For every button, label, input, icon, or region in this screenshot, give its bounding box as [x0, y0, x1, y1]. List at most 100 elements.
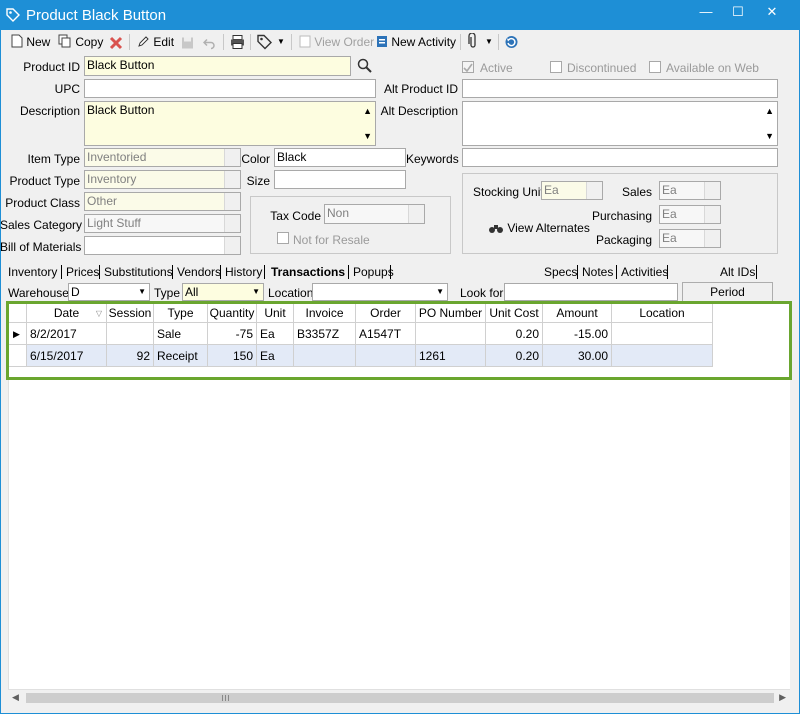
view-alternates-link[interactable]: View Alternates: [488, 221, 590, 235]
color-field[interactable]: Black: [274, 148, 406, 167]
tab-prices[interactable]: Prices: [66, 265, 99, 279]
undo-icon[interactable]: [203, 35, 216, 51]
product-class-select[interactable]: Other: [84, 192, 241, 211]
product-type-select[interactable]: Inventory: [84, 170, 241, 189]
purchasing-unit-select[interactable]: Ea: [659, 205, 721, 224]
tab-activities[interactable]: Activities: [621, 265, 668, 279]
dropdown-button[interactable]: [704, 182, 720, 199]
paperclip-icon[interactable]: [468, 33, 478, 49]
tab-inventory[interactable]: Inventory: [8, 265, 57, 279]
activity-icon: [377, 36, 387, 47]
tab-popups[interactable]: Popups: [353, 265, 394, 279]
copy-button[interactable]: Copy: [58, 34, 103, 50]
tab-separator: [172, 265, 173, 279]
scroll-up-icon[interactable]: ▲: [363, 103, 372, 119]
dropdown-button[interactable]: [704, 206, 720, 223]
tab-specs[interactable]: Specs: [544, 265, 577, 279]
discontinued-checkbox[interactable]: [550, 61, 562, 73]
print-icon[interactable]: [230, 34, 245, 50]
scroll-left-icon[interactable]: ◀: [12, 692, 19, 703]
scroll-down-icon[interactable]: ▼: [765, 128, 774, 144]
save-icon[interactable]: [181, 35, 194, 51]
bill-of-materials-select[interactable]: [84, 236, 241, 255]
dropdown-button[interactable]: [224, 215, 240, 232]
dropdown-button[interactable]: [408, 205, 424, 223]
tab-separator: [756, 265, 757, 279]
new-button-label: New: [26, 35, 51, 49]
alt-description-field[interactable]: ▲ ▼: [462, 101, 778, 146]
not-for-resale-checkbox[interactable]: [277, 232, 289, 244]
view-order-button[interactable]: View Order: [299, 34, 374, 50]
tab-vendors[interactable]: Vendors: [177, 265, 221, 279]
packaging-unit-label: Packaging: [595, 233, 652, 247]
tab-transactions[interactable]: Transactions: [271, 265, 345, 279]
type-select[interactable]: All ▼: [182, 283, 264, 301]
sales-unit-select[interactable]: Ea: [659, 181, 721, 200]
tax-code-select[interactable]: Non: [324, 204, 425, 224]
pencil-icon: [138, 36, 149, 47]
scrollbar-thumb[interactable]: [26, 693, 774, 703]
sales-unit-label: Sales: [621, 185, 652, 199]
new-activity-button[interactable]: New Activity: [376, 34, 456, 50]
available-on-web-checkbox[interactable]: [649, 61, 661, 73]
dropdown-button[interactable]: [704, 230, 720, 247]
tab-separator: [348, 265, 349, 279]
item-type-select[interactable]: Inventoried: [84, 148, 241, 167]
scroll-right-icon[interactable]: ▶: [779, 692, 786, 703]
tab-notes[interactable]: Notes: [582, 265, 613, 279]
tag-dropdown-arrow-icon[interactable]: ▼: [277, 34, 285, 50]
active-checkbox[interactable]: [462, 61, 474, 73]
dropdown-button[interactable]: [224, 237, 240, 254]
active-label: Active: [480, 61, 513, 75]
keywords-field[interactable]: [462, 148, 778, 167]
toolbar-separator: [498, 34, 499, 50]
new-activity-label: New Activity: [391, 35, 457, 49]
chevron-down-icon[interactable]: ▼: [138, 284, 146, 300]
toolbar: New Copy Edit ▼ View Order New Activity …: [1, 30, 799, 54]
toolbar-separator: [460, 34, 461, 50]
tab-substitutions[interactable]: Substitutions: [104, 265, 173, 279]
dropdown-button[interactable]: [224, 193, 240, 210]
label-tag-icon[interactable]: [257, 34, 272, 50]
grid-empty-area: [8, 380, 790, 689]
refresh-icon[interactable]: [504, 34, 519, 50]
sales-category-label: Sales Category: [0, 218, 83, 232]
discontinued-label: Discontinued: [567, 61, 637, 75]
scroll-down-icon[interactable]: ▼: [363, 128, 372, 144]
color-label: Color: [241, 152, 270, 166]
alt-product-id-field[interactable]: [462, 79, 778, 98]
bill-of-materials-label: Bill of Materials: [0, 240, 82, 254]
period-summary-button[interactable]: Period Summary: [682, 282, 773, 317]
description-field[interactable]: Black Button ▲ ▼: [84, 101, 376, 146]
description-text: Black Button: [87, 103, 155, 117]
dropdown-button[interactable]: [224, 171, 240, 188]
close-button[interactable]: ✕: [756, 0, 788, 24]
upc-field[interactable]: [84, 79, 376, 98]
packaging-unit-select[interactable]: Ea: [659, 229, 721, 248]
tab-separator: [61, 265, 62, 279]
search-icon[interactable]: [357, 58, 373, 74]
copy-button-label: Copy: [75, 35, 104, 49]
chevron-down-icon[interactable]: ▼: [252, 284, 260, 300]
minimize-button[interactable]: —: [690, 0, 722, 24]
product-class-value: Other: [87, 194, 118, 208]
sales-category-select[interactable]: Light Stuff: [84, 214, 241, 233]
horizontal-scrollbar[interactable]: ◀ ▶: [8, 689, 790, 706]
tab-separator: [616, 265, 617, 279]
warehouse-select[interactable]: D ▼: [68, 283, 150, 301]
tax-code-value: Non: [327, 206, 350, 220]
chevron-down-icon[interactable]: ▼: [436, 284, 444, 300]
tab-alt-ids[interactable]: Alt IDs: [720, 265, 755, 279]
maximize-button[interactable]: ☐: [722, 0, 754, 24]
edit-button[interactable]: Edit: [137, 34, 174, 50]
look-for-field[interactable]: [504, 283, 678, 301]
scroll-up-icon[interactable]: ▲: [765, 103, 774, 119]
size-field[interactable]: [274, 170, 406, 189]
new-button[interactable]: New: [11, 34, 50, 50]
location-select[interactable]: ▼: [312, 283, 448, 301]
dropdown-button[interactable]: [224, 149, 240, 166]
tab-history[interactable]: History: [225, 265, 262, 279]
product-id-field[interactable]: Black Button: [84, 56, 351, 76]
attachment-dropdown-arrow-icon[interactable]: ▼: [485, 34, 493, 50]
delete-icon[interactable]: [109, 35, 123, 51]
